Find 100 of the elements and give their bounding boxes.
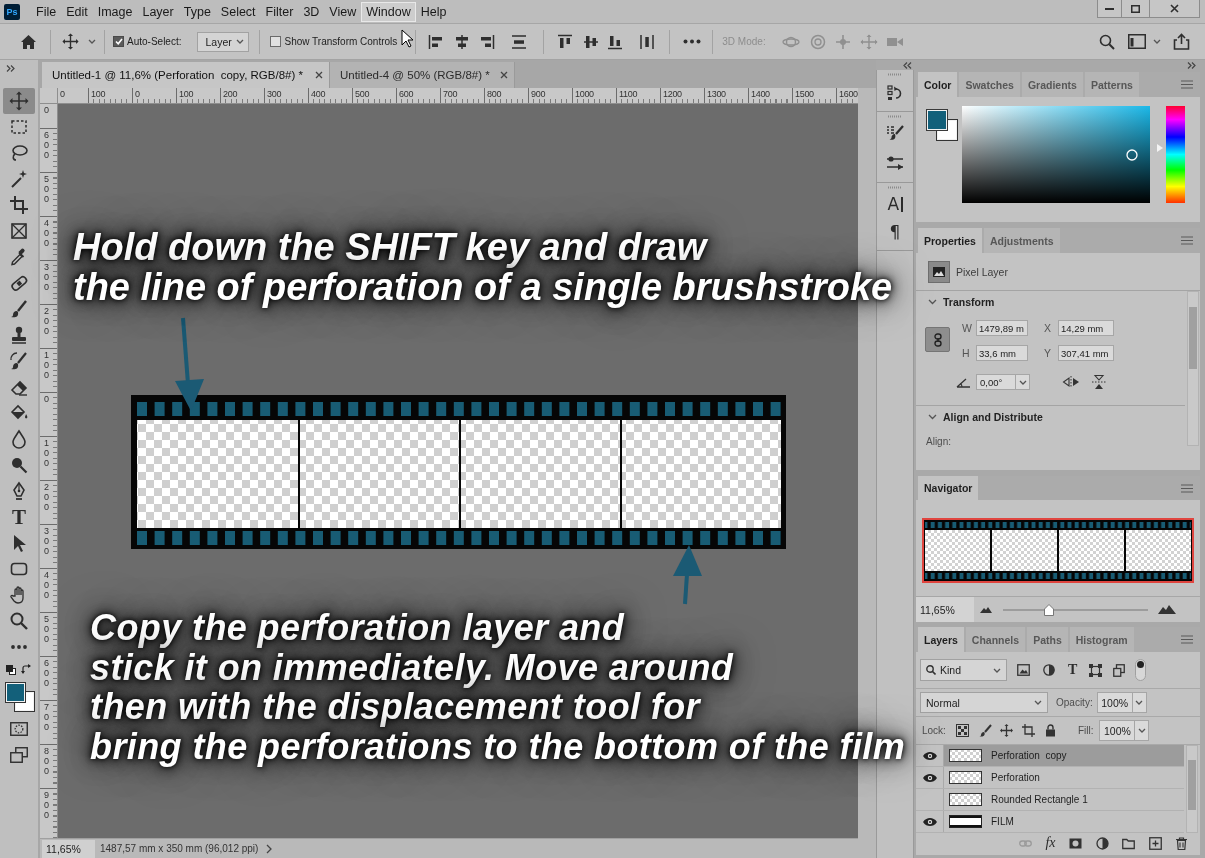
document-tab[interactable]: Untitled-4 @ 50% (RGB/8#) * xyxy=(329,62,515,88)
move-icon[interactable] xyxy=(62,33,79,50)
paragraph-panel-button[interactable]: ¶ xyxy=(889,222,901,242)
close-icon[interactable] xyxy=(499,71,508,79)
workspace-icon[interactable] xyxy=(1128,34,1146,49)
panel-tab[interactable]: Navigator xyxy=(918,476,979,500)
menu-item[interactable]: Select xyxy=(215,1,261,22)
align-middle-icon[interactable] xyxy=(583,33,600,50)
panel-tab[interactable]: Layers xyxy=(918,627,964,652)
kind-dropdown[interactable]: Kind xyxy=(920,659,1007,681)
panel-tab[interactable]: Gradients xyxy=(1021,72,1083,97)
distribute-horizontal-icon[interactable] xyxy=(639,33,656,50)
panel-tab[interactable]: Histogram xyxy=(1069,627,1134,652)
large-mountain-icon[interactable] xyxy=(1158,605,1176,614)
expand-icon[interactable] xyxy=(6,65,15,72)
checkbox[interactable] xyxy=(113,36,124,47)
value-field[interactable]: 14,29 mm xyxy=(1058,320,1114,336)
picker-ring-icon[interactable] xyxy=(1126,149,1138,161)
align-left-icon[interactable] xyxy=(428,33,445,50)
scrollbar-thumb[interactable] xyxy=(1189,307,1197,369)
search-icon[interactable] xyxy=(1099,33,1115,50)
expand-icon[interactable] xyxy=(1187,61,1196,69)
default-colors-icon[interactable] xyxy=(6,665,16,675)
align-bottom-icon[interactable] xyxy=(607,33,624,50)
tool-button[interactable] xyxy=(3,88,35,114)
panel-tab[interactable]: Patterns xyxy=(1084,72,1139,97)
panel-tab[interactable]: Channels xyxy=(965,627,1026,652)
close-icon[interactable] xyxy=(314,71,323,79)
navigator-preview-drawing[interactable] xyxy=(922,518,1194,583)
angle-field[interactable]: 0,00° xyxy=(976,374,1030,390)
fill-field[interactable]: 100% xyxy=(1099,720,1150,741)
filter-toggle[interactable] xyxy=(1135,659,1147,681)
crop-icon[interactable] xyxy=(1021,724,1035,737)
sliders-icon[interactable] xyxy=(886,155,904,171)
background-swatch[interactable] xyxy=(926,109,958,141)
opacity-field[interactable]: 100% xyxy=(1096,692,1147,713)
zoom-field[interactable]: 11,65% xyxy=(42,839,95,858)
smart-object-filter-icon[interactable] xyxy=(1113,663,1126,677)
quick-mask-icon[interactable] xyxy=(10,722,28,736)
menu-item[interactable]: Filter xyxy=(260,1,299,22)
menu-item[interactable]: Help xyxy=(415,1,452,22)
value-field[interactable]: 33,6 mm xyxy=(976,345,1028,361)
panel-tab[interactable]: Adjustments xyxy=(983,228,1060,253)
menu-item[interactable]: Edit xyxy=(61,1,93,22)
panel-menu-icon[interactable] xyxy=(1181,635,1193,644)
brush-settings-icon[interactable] xyxy=(886,125,904,141)
layer-row[interactable]: FILM xyxy=(916,811,1184,833)
menu-item[interactable]: Image xyxy=(92,1,138,22)
screen-mode-icon[interactable] xyxy=(10,747,28,763)
align-right-icon[interactable] xyxy=(479,33,496,50)
grip-icon[interactable] xyxy=(888,115,902,118)
collapse-icon[interactable] xyxy=(903,61,912,69)
menu-item[interactable]: File xyxy=(31,1,62,22)
history-icon[interactable] xyxy=(887,85,903,101)
folder-icon[interactable] xyxy=(1122,836,1135,850)
panel-tab[interactable]: Color xyxy=(918,72,958,97)
maximize-button[interactable] xyxy=(1122,0,1150,18)
trash-icon[interactable] xyxy=(1175,836,1188,850)
value-field[interactable]: 1479,89 m xyxy=(976,320,1028,336)
panel-menu-icon[interactable] xyxy=(1181,236,1193,245)
padlock-icon[interactable] xyxy=(1044,724,1056,737)
layer-row[interactable]: Rounded Rectangle 1 xyxy=(916,789,1184,811)
scrollbar[interactable] xyxy=(1187,291,1199,446)
caret-icon[interactable] xyxy=(1153,39,1161,44)
align-center-icon[interactable] xyxy=(454,33,471,50)
type-tool-button[interactable]: T xyxy=(3,504,35,530)
share-icon[interactable] xyxy=(1173,33,1190,50)
align-top-icon[interactable] xyxy=(557,33,574,50)
more-icon[interactable] xyxy=(683,39,702,44)
foreground-color-swatch[interactable] xyxy=(6,683,25,702)
value-field[interactable]: 307,41 mm xyxy=(1058,345,1114,361)
character-panel-button[interactable]: A xyxy=(887,194,903,214)
flip-horizontal-icon[interactable] xyxy=(1062,375,1080,389)
minimize-button[interactable] xyxy=(1097,0,1122,18)
adjustment-filter-icon[interactable] xyxy=(1043,664,1055,676)
document-tab[interactable]: Untitled-1 @ 11,6% (Perforation copy, RGB/8#) * xyxy=(42,62,330,88)
flip-vertical-icon[interactable] xyxy=(1091,374,1107,390)
menu-item[interactable]: Type xyxy=(178,1,216,22)
menu-item[interactable]: Layer xyxy=(137,1,179,22)
distribute-vertical-icon[interactable] xyxy=(511,33,528,50)
background-color-swatch[interactable] xyxy=(5,682,35,712)
panel-menu-icon[interactable] xyxy=(1181,80,1193,89)
chevron-down-icon[interactable] xyxy=(928,414,937,420)
chevron-right-icon[interactable] xyxy=(266,843,273,854)
hue-slider[interactable] xyxy=(1157,106,1185,203)
menu-item[interactable]: 3D xyxy=(298,1,325,22)
home-icon[interactable] xyxy=(20,33,37,50)
foreground-swatch[interactable] xyxy=(927,110,947,130)
menu-item[interactable]: View xyxy=(324,1,362,22)
effects-button[interactable]: fx xyxy=(1045,836,1056,850)
layer-row[interactable]: Perforation xyxy=(916,767,1184,789)
new-layer-icon[interactable] xyxy=(1148,836,1162,850)
swap-colors-icon[interactable] xyxy=(21,664,32,675)
grip-icon[interactable] xyxy=(888,73,902,76)
panel-menu-icon[interactable] xyxy=(1181,483,1193,493)
link-button[interactable] xyxy=(925,327,950,352)
image-filter-icon[interactable] xyxy=(1017,664,1030,676)
caret-icon[interactable] xyxy=(88,39,96,44)
type-filter-button[interactable]: T xyxy=(1068,663,1078,677)
panel-tab[interactable]: Properties xyxy=(918,228,982,253)
